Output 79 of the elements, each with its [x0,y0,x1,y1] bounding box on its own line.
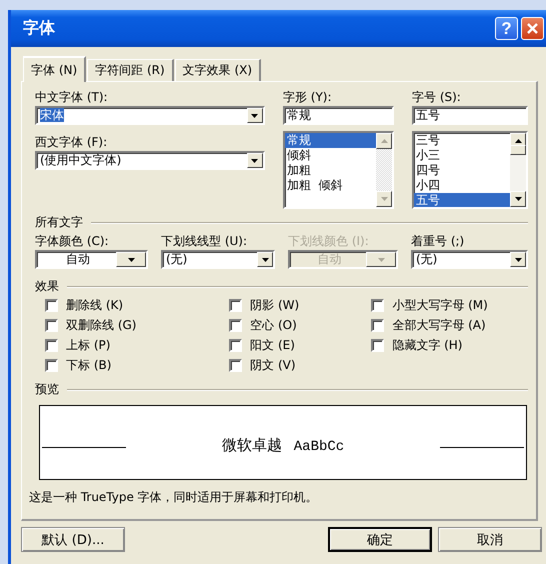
field-label: 字体颜色 (C): [35,234,110,249]
field-label: 字形 (Y): [282,90,333,105]
field-label: 字号 (S): [412,90,462,105]
size-field[interactable]: 五号 [412,106,528,125]
down-arrow-icon [378,258,384,262]
checkbox-label: 阴文 (V) [250,358,296,373]
font-dropdown[interactable]: (使用中文字体) [35,151,265,170]
checkbox[interactable] [45,339,58,352]
field-label: 下划线颜色 (I): [288,234,370,249]
list-item[interactable]: 五号 [414,193,510,207]
down-arrow-icon [251,114,258,118]
section-heading: 效果 [35,279,59,294]
list-item[interactable]: 加粗 [284,163,376,178]
down-arrow-icon [514,197,522,201]
dropdown[interactable]: (无) [161,250,275,269]
help-button[interactable]: ? [495,17,518,40]
list-box[interactable]: 三号 小三 四号 小四 五号 [412,131,528,209]
dropdown[interactable]: (无) [411,250,528,269]
preview-sample: AaBbCc [294,439,344,455]
checkbox-label: 下标 (B) [66,358,112,373]
field-label: 中文字体 (T): [35,90,109,105]
checkbox[interactable] [229,339,242,352]
down-arrow-icon [128,258,134,262]
list-box[interactable]: 常规 倾斜 加粗 加粗 倾斜 [282,131,394,209]
tab[interactable]: 字符间距 (R) [87,59,174,81]
up-arrow-icon [514,139,522,143]
scroll-thumb[interactable] [510,145,526,155]
list-item[interactable]: 加粗 倾斜 [284,178,376,193]
scrollbar[interactable] [510,133,526,207]
dropdown-value: (使用中文字体) [40,153,122,167]
checkbox[interactable] [371,299,384,312]
checkbox[interactable] [229,299,242,312]
font-dropdown[interactable]: 宋体 [35,106,265,125]
list-item[interactable]: 小三 [414,148,510,163]
checkbox-label: 空心 (O) [250,318,297,333]
preview-sample: 微软卓越 [222,436,282,454]
dialog-button[interactable]: 取消 [438,527,542,552]
checkbox[interactable] [45,359,58,372]
field-label: 着重号 (;) [411,234,466,249]
checkbox-label: 双删除线 (G) [66,318,136,333]
font-description: 这是一种 TrueType 字体，同时适用于屏幕和打印机。 [29,489,319,506]
checkbox[interactable] [371,319,384,332]
list-item[interactable]: 常规 [284,133,376,148]
list-item[interactable]: 小四 [414,178,510,193]
down-arrow-icon [262,258,268,262]
checkbox[interactable] [45,319,58,332]
checkbox-label: 阳文 (E) [250,338,295,353]
list-item[interactable]: 四号 [414,163,510,178]
dropdown[interactable]: 自动 [35,250,148,269]
window-title: 字体 [23,18,56,39]
field-label: 西文字体 (F): [35,135,108,150]
list-item[interactable]: 三号 [414,133,510,148]
up-arrow-icon [380,139,388,143]
checkbox[interactable] [45,299,58,312]
checkbox[interactable] [371,339,384,352]
dialog-button[interactable]: 默认 (D)... [21,527,125,552]
section-heading: 预览 [35,382,59,397]
field-label: 下划线线型 (U): [161,234,248,249]
tab[interactable]: 字体 (N) [23,56,86,82]
close-button[interactable] [521,17,544,40]
style-field[interactable]: 常规 [282,106,394,125]
close-icon [526,22,539,35]
down-arrow-icon [251,158,258,162]
scrollbar[interactable] [376,133,392,207]
checkbox-label: 删除线 (K) [66,298,124,313]
checkbox-label: 上标 (P) [66,338,110,353]
checkbox-label: 全部大写字母 (A) [392,318,486,333]
checkbox[interactable] [229,359,242,372]
dialog-button[interactable]: 确定 [328,527,432,552]
checkbox-label: 隐藏文字 (H) [392,338,462,353]
checkbox[interactable] [229,319,242,332]
tab[interactable]: 文字效果 (X) [174,59,262,81]
section-heading: 所有文字 [35,215,83,230]
checkbox-label: 阴影 (W) [250,298,300,313]
checkbox-label: 小型大写字母 (M) [392,298,488,313]
down-arrow-icon [380,197,388,201]
dropdown-value: 宋体 [40,108,64,122]
down-arrow-icon [514,258,522,262]
list-item[interactable]: 倾斜 [284,148,376,163]
